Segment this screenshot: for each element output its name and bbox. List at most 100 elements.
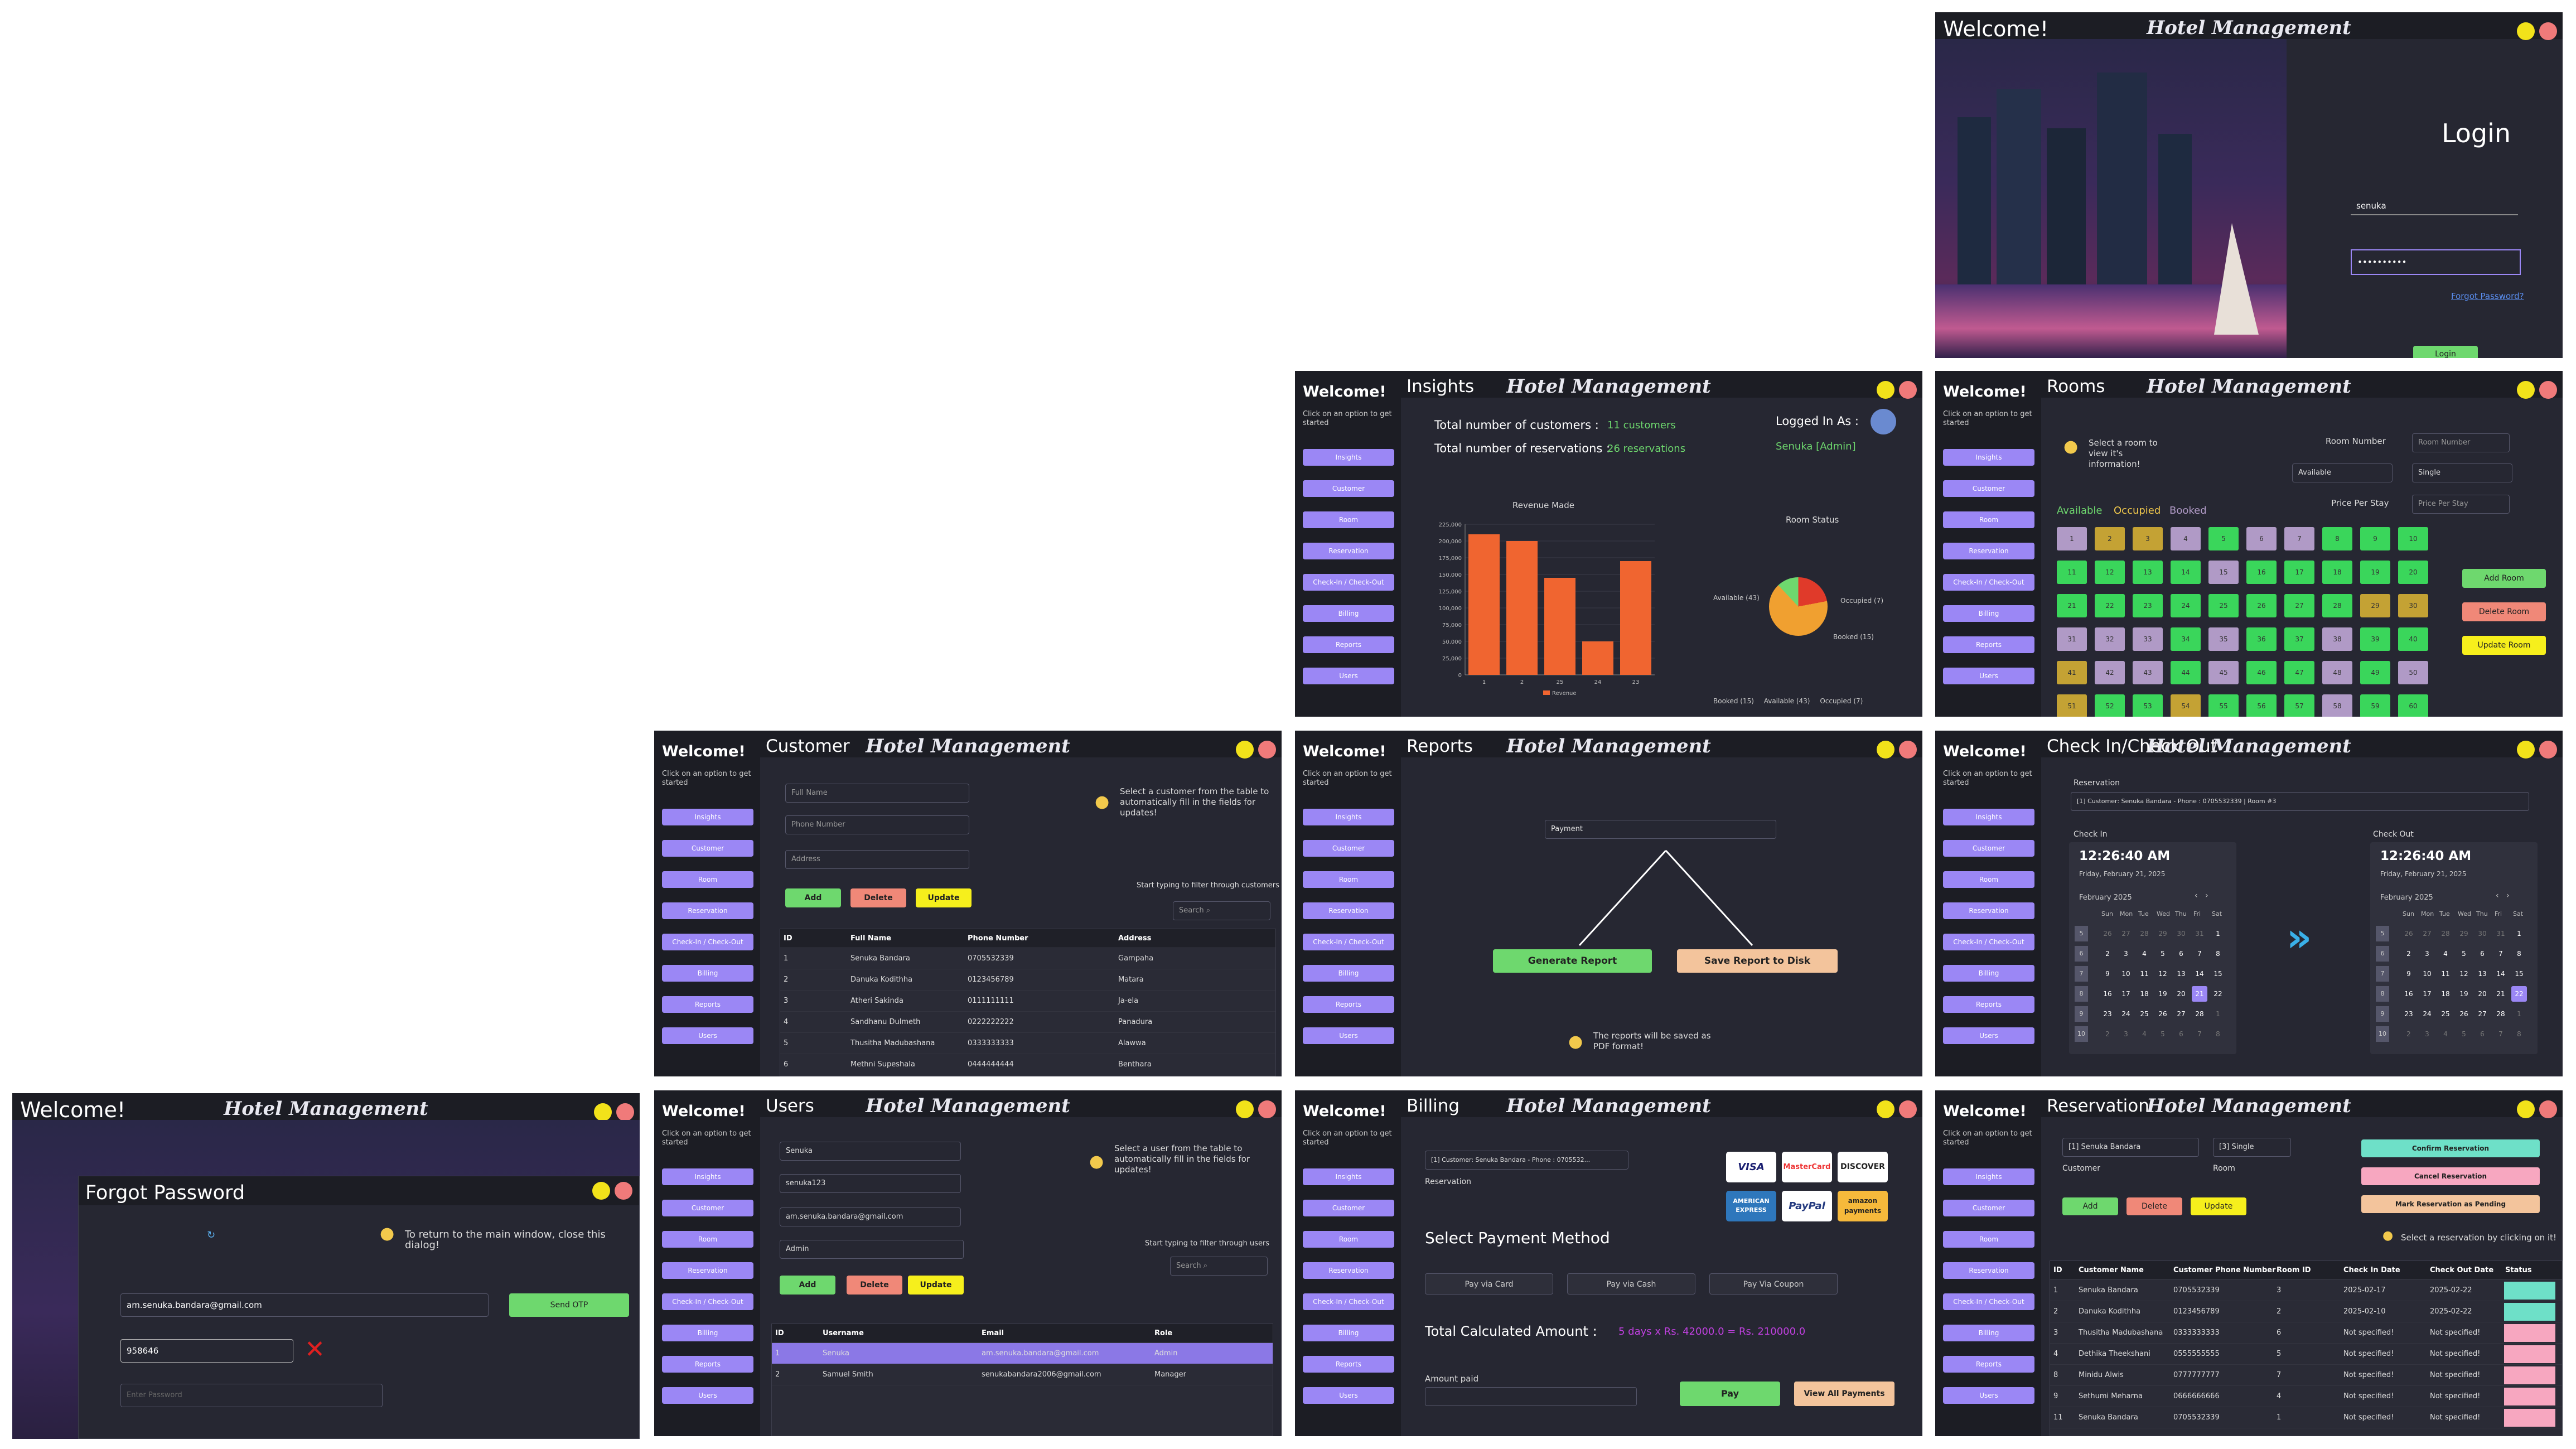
calendar-day[interactable]: 9: [2100, 966, 2115, 982]
update-button[interactable]: Update: [2191, 1197, 2246, 1215]
nav-reports[interactable]: Reports: [662, 1356, 753, 1373]
send-otp-button[interactable]: Send OTP: [509, 1293, 629, 1317]
calendar-day[interactable]: 15: [2511, 966, 2527, 982]
room-tile[interactable]: 36: [2246, 627, 2277, 651]
calendar-day[interactable]: 23: [2401, 1006, 2416, 1022]
room-tile[interactable]: 2: [2095, 527, 2125, 550]
search-input[interactable]: Search ⌕: [1173, 901, 1270, 920]
room-tile[interactable]: 20: [2398, 561, 2428, 584]
calendar-day[interactable]: 24: [2419, 1006, 2435, 1022]
nav-checkin[interactable]: Check-In / Check-Out: [1303, 574, 1394, 591]
room-tile[interactable]: 54: [2171, 694, 2201, 717]
minimize-button[interactable]: [2517, 1100, 2535, 1118]
nav-billing[interactable]: Billing: [1943, 605, 2034, 622]
nav-insights[interactable]: Insights: [1943, 449, 2034, 466]
room-tile[interactable]: 31: [2057, 627, 2087, 651]
calendar-day[interactable]: 4: [2438, 1026, 2453, 1042]
room-tile[interactable]: 18: [2322, 561, 2352, 584]
password-field[interactable]: ••••••••••: [2351, 249, 2521, 275]
calendar-day[interactable]: 8: [2511, 946, 2527, 962]
generate-report-button[interactable]: Generate Report: [1493, 949, 1652, 973]
calendar-day[interactable]: 30: [2474, 926, 2490, 941]
nav-customer[interactable]: Customer: [662, 1200, 753, 1216]
check-in-calendar[interactable]: 12:26:40 AM Friday, February 21, 2025 Fe…: [2069, 842, 2236, 1054]
minimize-button[interactable]: [1236, 1100, 1254, 1118]
close-button[interactable]: [1258, 741, 1276, 759]
nav-users[interactable]: Users: [1943, 1387, 2034, 1404]
calendar-day[interactable]: 22: [2210, 986, 2226, 1002]
calendar-day[interactable]: 3: [2419, 1026, 2435, 1042]
pay-button[interactable]: Pay: [1680, 1382, 1780, 1406]
calendar-day[interactable]: 29: [2456, 926, 2472, 941]
calendar-day[interactable]: 27: [2118, 926, 2134, 941]
calendar-day[interactable]: 6: [2173, 946, 2189, 962]
room-tile[interactable]: 49: [2360, 661, 2390, 684]
calendar-day[interactable]: 25: [2438, 1006, 2453, 1022]
confirm-reservation-button[interactable]: Confirm Reservation: [2361, 1139, 2540, 1157]
nav-reservation[interactable]: Reservation: [662, 1262, 753, 1279]
nav-users[interactable]: Users: [1303, 668, 1394, 684]
room-tile[interactable]: 24: [2171, 594, 2201, 617]
forgot-password-link[interactable]: Forgot Password?: [2451, 291, 2524, 301]
room-tile[interactable]: 41: [2057, 661, 2087, 684]
close-button[interactable]: [615, 1182, 632, 1200]
room-tile[interactable]: 6: [2246, 527, 2277, 550]
calendar-day[interactable]: 6: [2173, 1026, 2189, 1042]
room-tile[interactable]: 46: [2246, 661, 2277, 684]
calendar-day[interactable]: 31: [2493, 926, 2509, 941]
room-tile[interactable]: 4: [2171, 527, 2201, 550]
calendar-day[interactable]: 2: [2401, 1026, 2416, 1042]
room-tile[interactable]: 16: [2246, 561, 2277, 584]
email-input[interactable]: am.senuka.bandara@gmail.com: [780, 1208, 961, 1226]
nav-customer[interactable]: Customer: [1943, 1200, 2034, 1216]
table-row[interactable]: 3 Atheri Sakinda 0111111111 Ja-ela: [780, 991, 1275, 1012]
calendar-day[interactable]: 2: [2100, 1026, 2115, 1042]
calendar-day[interactable]: 1: [2511, 1006, 2527, 1022]
room-tile[interactable]: 40: [2398, 627, 2428, 651]
nav-room[interactable]: Room: [662, 871, 753, 888]
room-tile[interactable]: 38: [2322, 627, 2352, 651]
room-tile[interactable]: 17: [2284, 561, 2314, 584]
room-tile[interactable]: 32: [2095, 627, 2125, 651]
calendar-day[interactable]: 20: [2474, 986, 2490, 1002]
calendar-day[interactable]: 26: [2100, 926, 2115, 941]
table-row[interactable]: 8 Minidu Alwis 0777777777 7 Not specified! No…: [2050, 1365, 2562, 1386]
minimize-button[interactable]: [594, 1103, 612, 1121]
table-row[interactable]: 9 Sethumi Meharna 0666666666 4 Not specified…: [2050, 1386, 2562, 1407]
table-row[interactable]: 4 Sandhanu Dulmeth 0222222222 Panadura: [780, 1012, 1275, 1033]
calendar-day[interactable]: 12: [2155, 966, 2171, 982]
room-tile[interactable]: 52: [2095, 694, 2125, 717]
pay-coupon-button[interactable]: Pay Via Coupon: [1709, 1273, 1838, 1295]
nav-checkin[interactable]: Check-In / Check-Out: [662, 934, 753, 950]
room-tile[interactable]: 48: [2322, 661, 2352, 684]
minimize-button[interactable]: [592, 1182, 610, 1200]
room-tile[interactable]: 9: [2360, 527, 2390, 550]
update-room-button[interactable]: Update Room: [2462, 636, 2546, 655]
calendar-day[interactable]: 25: [2137, 1006, 2152, 1022]
room-tile[interactable]: 5: [2208, 527, 2239, 550]
calendar-day[interactable]: 7: [2192, 946, 2207, 962]
update-button[interactable]: Update: [908, 1276, 964, 1295]
calendar-day[interactable]: 19: [2456, 986, 2472, 1002]
otp-field[interactable]: 958646: [120, 1339, 293, 1363]
nav-checkin[interactable]: Check-In / Check-Out: [1303, 1293, 1394, 1310]
nav-room[interactable]: Room: [1943, 871, 2034, 888]
phone-input[interactable]: Phone Number: [785, 815, 969, 834]
room-tile[interactable]: 55: [2208, 694, 2239, 717]
calendar-day[interactable]: 8: [2210, 946, 2226, 962]
room-tile[interactable]: 57: [2284, 694, 2314, 717]
calendar-day[interactable]: 18: [2137, 986, 2152, 1002]
minimize-button[interactable]: [1877, 741, 1894, 759]
nav-users[interactable]: Users: [1303, 1027, 1394, 1044]
calendar-day[interactable]: 10: [2118, 966, 2134, 982]
nav-reservation[interactable]: Reservation: [1303, 543, 1394, 559]
calendar-day[interactable]: 5: [2456, 1026, 2472, 1042]
username-input[interactable]: Senuka: [780, 1142, 961, 1161]
pay-cash-button[interactable]: Pay via Cash: [1567, 1273, 1695, 1295]
nav-customer[interactable]: Customer: [1943, 840, 2034, 857]
nav-reservation[interactable]: Reservation: [1943, 902, 2034, 919]
table-row[interactable]: 2 Danuka Kodithha 0123456789 Matara: [780, 969, 1275, 991]
calendar-day[interactable]: 19: [2155, 986, 2171, 1002]
calendar-day[interactable]: 31: [2192, 926, 2207, 941]
room-tile[interactable]: 47: [2284, 661, 2314, 684]
